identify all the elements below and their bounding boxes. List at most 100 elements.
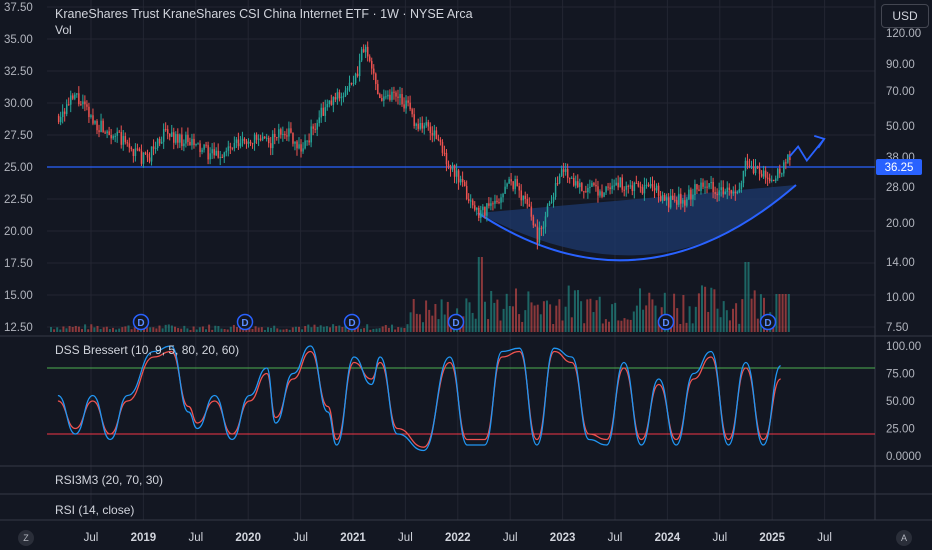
volume-bar: [691, 323, 694, 332]
volume-bar: [418, 314, 421, 332]
candle-body: [504, 186, 506, 194]
chart-canvas[interactable]: 37.50 35.00 32.50 30.00 27.50 25.00 22.50 20.00…: [0, 0, 932, 550]
volume-bar: [68, 326, 71, 332]
dividend-label-0: D: [137, 318, 144, 329]
volume-bar: [676, 308, 679, 332]
candle-body: [589, 186, 591, 188]
dss-axis-tick-1: 75.00: [886, 369, 915, 381]
auto-scale-button[interactable]: A: [896, 530, 912, 546]
candle-body: [457, 170, 460, 183]
currency-button[interactable]: USD: [881, 4, 929, 28]
candle-body: [304, 140, 306, 149]
candle-body: [306, 140, 308, 142]
volume-bar: [604, 319, 607, 332]
candle-body: [720, 187, 722, 191]
candle-body: [350, 82, 353, 84]
candle-body: [197, 143, 199, 145]
candle-body: [623, 189, 626, 191]
candle-body: [288, 128, 290, 137]
candle-body: [480, 210, 482, 218]
candle-body: [385, 96, 387, 98]
candle-body: [423, 125, 426, 129]
right-axis-tick-3: 50.00: [886, 121, 915, 133]
candle-body: [629, 185, 632, 187]
candle-body: [203, 144, 205, 150]
volume-bar: [518, 314, 521, 332]
candle-body: [613, 185, 615, 187]
candle-body: [302, 148, 304, 152]
volume-bar: [697, 293, 700, 332]
volume-bar: [112, 327, 114, 332]
candle-body: [366, 46, 369, 57]
dss-axis-tick-0: 100.00: [886, 341, 921, 353]
candle-body: [294, 141, 296, 144]
candle-body: [354, 73, 357, 84]
volume-bar: [59, 329, 62, 332]
candle-body: [144, 152, 147, 154]
volume-bar: [642, 309, 645, 332]
candle-body: [243, 138, 246, 141]
volume-bar: [276, 328, 279, 332]
candle-body: [403, 104, 405, 109]
candle-body: [770, 179, 773, 182]
volume-bar: [738, 323, 741, 332]
volume-bar: [403, 328, 406, 332]
candle-body: [526, 198, 529, 205]
candle-body: [72, 95, 74, 99]
volume-bar: [564, 306, 567, 332]
candle-body: [611, 185, 613, 190]
candle-body: [63, 111, 66, 114]
volume-bar: [685, 322, 688, 332]
candle-body: [597, 186, 599, 196]
volume-bar: [425, 300, 428, 332]
candle-body: [280, 129, 282, 135]
volume-bar: [654, 305, 657, 332]
log-scale-button[interactable]: Z: [18, 530, 34, 546]
candle-body: [772, 179, 775, 182]
volume-bar: [192, 326, 195, 332]
candle-body: [492, 203, 494, 205]
volume-bar: [778, 294, 781, 332]
volume-bar: [260, 327, 263, 332]
volume-bar: [186, 328, 189, 332]
volume-bar: [50, 327, 52, 332]
volume-bar: [96, 325, 99, 332]
candle-body: [698, 189, 700, 191]
volume-bar: [567, 285, 570, 332]
candle-body: [694, 184, 696, 195]
candle-body: [209, 153, 211, 160]
candle-body: [558, 175, 561, 184]
volume-bar: [223, 328, 226, 332]
candle-body: [78, 93, 80, 105]
candle-body: [478, 207, 480, 218]
candle-body: [779, 168, 781, 174]
candle-body: [59, 117, 62, 123]
candle-body: [292, 132, 294, 144]
candle-body: [736, 191, 739, 194]
candle-body: [413, 114, 415, 126]
x-axis-tick-14: Jul: [817, 532, 832, 544]
candle-body: [270, 143, 272, 149]
candle-body: [300, 144, 302, 152]
candle-body: [546, 205, 549, 217]
volume-bar: [611, 304, 614, 332]
volume-bar: [530, 302, 533, 332]
candle-body: [445, 152, 448, 165]
volume-bar: [217, 326, 220, 332]
candle-body: [599, 191, 601, 196]
candle-body: [585, 191, 587, 193]
candle-body: [233, 142, 236, 149]
volume-bar: [366, 324, 369, 332]
candle-body: [617, 182, 619, 188]
candle-body: [76, 93, 78, 95]
candle-body: [498, 201, 500, 203]
candle-body: [746, 160, 749, 166]
candle-body: [593, 183, 595, 185]
candle-body: [657, 185, 660, 196]
candle-body: [568, 177, 571, 179]
candle-body: [114, 135, 116, 137]
candle-body: [435, 130, 438, 139]
candle-body: [690, 189, 692, 200]
candle-body: [419, 123, 421, 129]
volume-bar: [775, 294, 778, 332]
